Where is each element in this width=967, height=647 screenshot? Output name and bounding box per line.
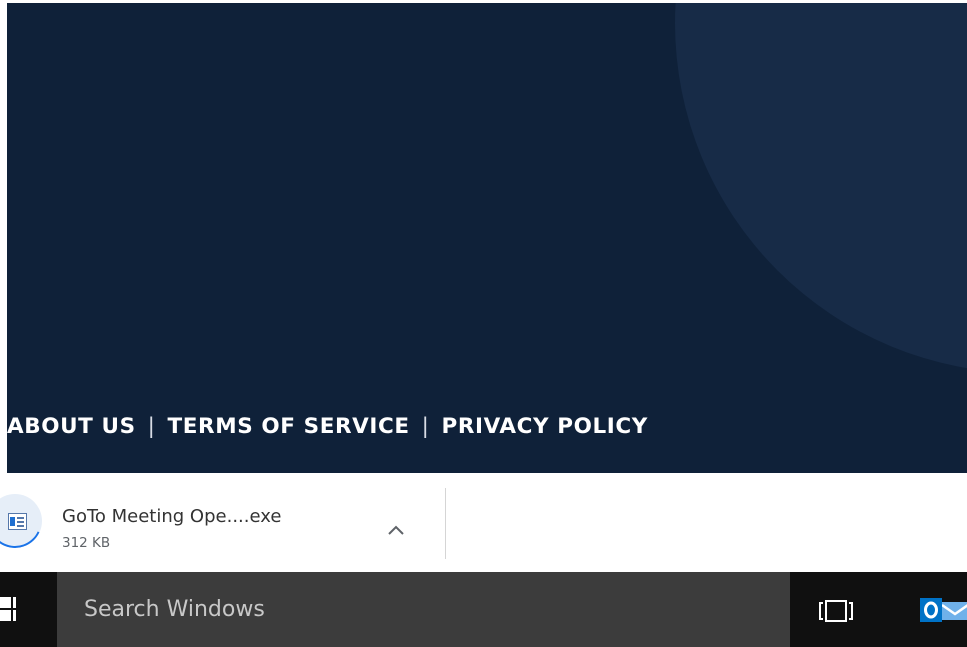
search-placeholder: Search Windows <box>84 597 265 622</box>
decorative-circle <box>675 3 967 373</box>
download-bar: GoTo Meeting Ope....exe 312 KB <box>0 473 967 572</box>
outlook-icon[interactable] <box>918 596 967 624</box>
privacy-policy-link[interactable]: PRIVACY POLICY <box>442 414 648 439</box>
footer-separator: | <box>147 413 156 439</box>
chevron-up-icon[interactable] <box>384 520 408 540</box>
footer-separator: | <box>421 413 430 439</box>
about-us-link[interactable]: ABOUT US <box>7 414 136 439</box>
start-button[interactable] <box>0 572 57 647</box>
windows-start-icon <box>0 597 16 621</box>
search-input[interactable]: Search Windows <box>57 572 790 647</box>
download-filesize: 312 KB <box>62 535 111 551</box>
task-view-icon[interactable] <box>818 598 854 624</box>
footer-links: ABOUT US | TERMS OF SERVICE | PRIVACY PO… <box>7 406 648 446</box>
taskbar: Search Windows <box>0 572 967 647</box>
download-filename: GoTo Meeting Ope....exe <box>62 506 282 527</box>
download-item[interactable]: GoTo Meeting Ope....exe 312 KB <box>0 488 445 572</box>
screen: ABOUT US | TERMS OF SERVICE | PRIVACY PO… <box>0 0 967 647</box>
download-divider <box>445 488 446 559</box>
terms-of-service-link[interactable]: TERMS OF SERVICE <box>168 414 410 439</box>
installer-file-icon <box>0 494 42 548</box>
site-footer: ABOUT US | TERMS OF SERVICE | PRIVACY PO… <box>7 3 967 473</box>
